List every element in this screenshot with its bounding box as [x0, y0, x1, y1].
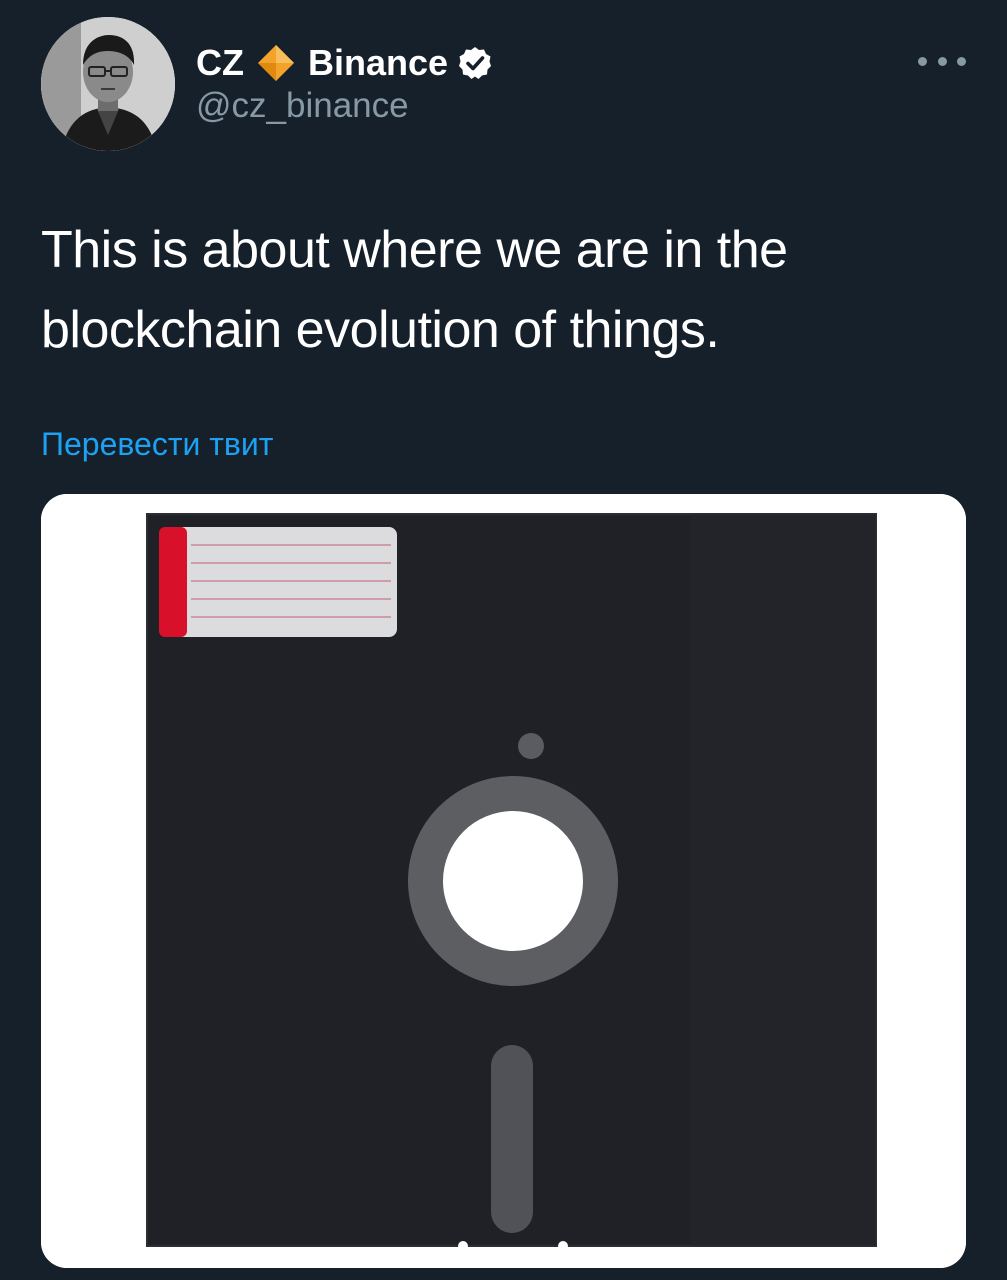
tweet-media-image[interactable] [41, 494, 966, 1268]
more-dot [918, 56, 927, 66]
binance-diamond-icon [256, 43, 296, 83]
more-dot [957, 56, 966, 66]
translate-tweet-link[interactable]: Перевести твит [41, 426, 273, 463]
author-affiliation[interactable]: Binance [308, 42, 448, 84]
more-dot [937, 56, 947, 66]
author-name-row[interactable]: CZ Binance [196, 38, 492, 88]
avatar-photo [41, 17, 175, 151]
avatar[interactable] [41, 17, 175, 151]
floppy-disk-image [41, 494, 966, 1268]
author-display-name[interactable]: CZ [196, 42, 244, 84]
verified-badge-icon [458, 46, 492, 80]
author-handle[interactable]: @cz_binance [196, 86, 409, 126]
tweet: CZ Binance @cz_binance This is about whe… [0, 0, 1007, 1280]
tweet-text: This is about where we are in the blockc… [41, 221, 788, 359]
more-options-icon[interactable] [918, 48, 966, 74]
